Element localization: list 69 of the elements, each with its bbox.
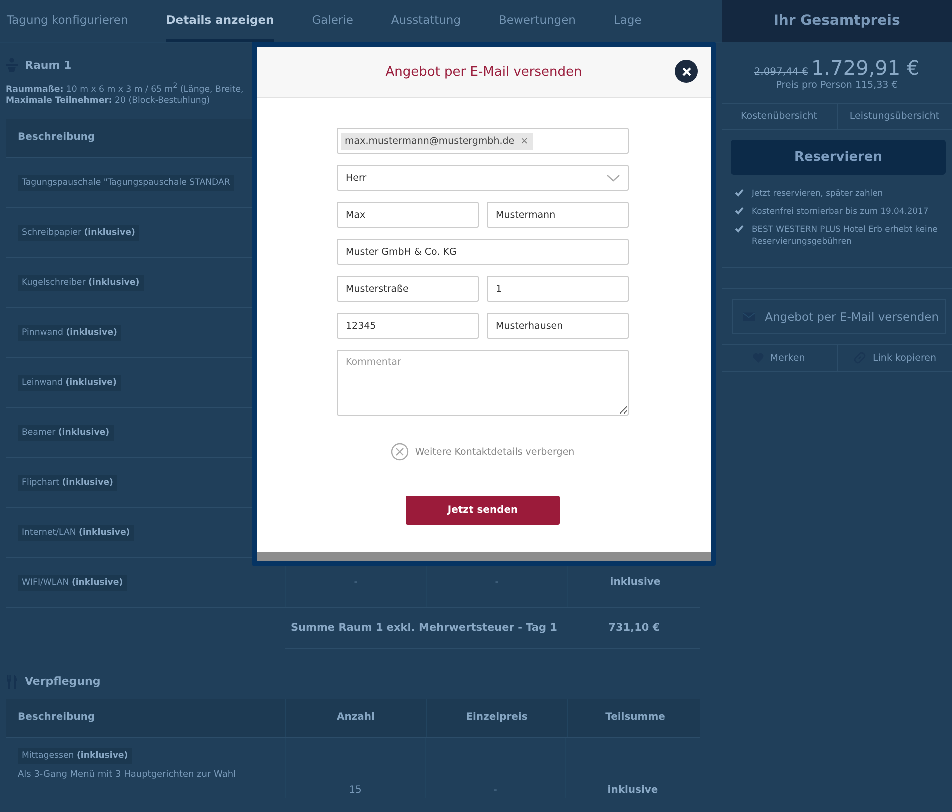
nav-tab[interactable]: Bewertungen bbox=[499, 0, 576, 42]
close-icon bbox=[682, 66, 692, 76]
old-price: 2.097,44 € bbox=[754, 67, 808, 78]
nav-tab[interactable]: Lage bbox=[614, 0, 642, 42]
section-title: Verpflegung bbox=[25, 675, 101, 688]
unit-price: - bbox=[495, 576, 499, 588]
nav-tab[interactable]: Ausstattung bbox=[391, 0, 462, 42]
first-name-field[interactable]: Max bbox=[337, 202, 479, 228]
street-field[interactable]: Musterstraße bbox=[337, 276, 479, 302]
close-button[interactable] bbox=[675, 60, 698, 83]
save-link[interactable]: Merken bbox=[722, 345, 836, 371]
item-name: Kugelschreiber (inklusive) bbox=[18, 274, 144, 291]
comment-field[interactable]: Kommentar bbox=[337, 350, 629, 416]
toggle-details-link[interactable]: Weitere Kontaktdetails verbergen bbox=[415, 446, 575, 458]
summary-amount: 731,10 € bbox=[608, 622, 662, 634]
item-name: Mittagessen (inklusive) bbox=[18, 748, 132, 764]
checkmark-icon bbox=[735, 207, 744, 215]
dialog-title: Angebot per E-Mail versenden bbox=[386, 64, 582, 80]
unit-price: - bbox=[494, 784, 498, 796]
item-name: Tagungspauschale "Tagungspauschale STANDAR bbox=[18, 174, 234, 191]
room-info: Raummaße: 10 m x 6 m x 3 m / 65 m$^{2}$ (Länge, Breite, bbox=[6, 80, 245, 96]
benefit-text: Jetzt reservieren, später zahlen bbox=[752, 187, 884, 199]
price-per-person: Preis pro Person 115,33 € bbox=[775, 80, 899, 91]
item-name: Beamer (inklusive) bbox=[18, 424, 114, 441]
chevron-down-icon bbox=[607, 174, 620, 182]
horizontal-scrollbar[interactable] bbox=[257, 552, 711, 561]
item-name: Pinnwand (inklusive) bbox=[18, 324, 122, 341]
salutation-select[interactable]: Herr bbox=[337, 165, 629, 191]
overview-tab[interactable]: Leistungsübersicht bbox=[836, 104, 952, 129]
room-info: Maximale Teilnehmer: 20 (Block-Bestuhlung) bbox=[6, 96, 212, 107]
panel-title: Ihr Gesamtpreis bbox=[722, 0, 952, 42]
subtotal: inklusive bbox=[610, 576, 661, 588]
circled-x-icon bbox=[391, 443, 410, 461]
nav-tab[interactable]: Galerie bbox=[312, 0, 354, 42]
quantity: - bbox=[354, 576, 358, 588]
column-header: Teilsumme bbox=[567, 698, 703, 737]
house-number-field[interactable]: 1 bbox=[487, 276, 629, 302]
checkmark-icon bbox=[735, 189, 744, 197]
last-name-field[interactable]: Mustermann bbox=[487, 202, 629, 228]
company-field[interactable]: Muster GmbH & Co. KG bbox=[337, 239, 629, 265]
nav-tab[interactable]: Tagung konfigurieren bbox=[7, 0, 128, 42]
item-detail: Als 3-Gang Menü mit 3 Hauptgerichten zur Wahl bbox=[18, 770, 238, 780]
column-header: Beschreibung bbox=[17, 132, 96, 144]
checkmark-icon bbox=[735, 225, 744, 233]
zip-field[interactable]: 12345 bbox=[337, 313, 479, 339]
email-field[interactable]: max.mustermann@mustergmbh.de × bbox=[337, 128, 629, 154]
copy-link[interactable]: Link kopieren bbox=[836, 345, 952, 371]
item-name: Schreibpapier (inklusive) bbox=[18, 224, 140, 241]
column-header: Beschreibung bbox=[17, 712, 96, 724]
total-price: 1.729,91 € bbox=[812, 56, 920, 80]
item-name: Leinwand (inklusive) bbox=[18, 374, 121, 391]
email-offer-button[interactable]: Angebot per E-Mail versenden bbox=[732, 299, 946, 334]
benefit-text: Kostenfrei stornierbar bis zum 19.04.2017 bbox=[752, 205, 929, 217]
subtotal: inklusive bbox=[608, 784, 658, 796]
quantity: 15 bbox=[349, 784, 362, 796]
remove-tag-button[interactable]: × bbox=[520, 136, 529, 146]
city-field[interactable]: Musterhausen bbox=[487, 313, 629, 339]
overview-tab[interactable]: Kostenübersicht bbox=[722, 104, 836, 129]
summary-label: Summe Raum 1 exkl. Mehrwertsteuer - Tag 1 bbox=[290, 622, 558, 634]
section-title: Raum 1 bbox=[25, 58, 72, 72]
item-name: Flipchart (inklusive) bbox=[18, 474, 118, 491]
email-tag: max.mustermann@mustergmbh.de × bbox=[341, 132, 533, 150]
item-name: Internet/LAN (inklusive) bbox=[18, 524, 134, 541]
send-button[interactable]: Jetzt senden bbox=[406, 496, 560, 525]
column-header: Einzelpreis bbox=[426, 698, 567, 737]
column-header: Anzahl bbox=[285, 698, 426, 737]
reserve-button[interactable]: Reservieren bbox=[731, 140, 946, 175]
item-name: WIFI/WLAN (inklusive) bbox=[18, 574, 128, 591]
benefit-text: BEST WESTERN PLUS Hotel Erb erhebt keine Reservierungsgebühren bbox=[752, 223, 939, 247]
